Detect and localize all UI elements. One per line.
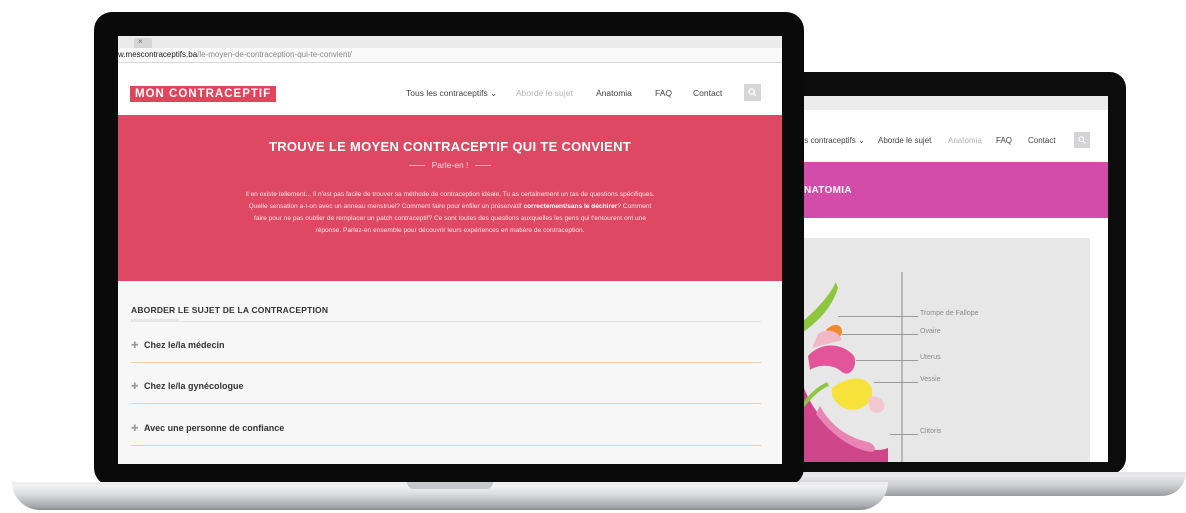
url-host: w.mescontraceptifs.ba bbox=[118, 50, 198, 59]
site-header: MON CONTRACEPTIF Tous les contraceptifs … bbox=[118, 63, 782, 115]
leader-line bbox=[838, 316, 918, 317]
search-icon bbox=[748, 88, 757, 97]
label-trompe-de-fallope: Trompe de Fallope bbox=[920, 310, 979, 317]
site-logo[interactable]: MON CONTRACEPTIF bbox=[130, 86, 277, 102]
anatomy-panel: Trompe de Fallope Ovaire Uterus Vessie C… bbox=[798, 238, 1090, 462]
nav-faq[interactable]: FAQ bbox=[655, 88, 672, 98]
section-underline bbox=[131, 319, 179, 321]
back-site-header: les contraceptifs ⌄ Aborde le sujet Anat… bbox=[798, 110, 1108, 162]
back-laptop-screen: les contraceptifs ⌄ Aborde le sujet Anat… bbox=[798, 96, 1108, 462]
hero-subtitle-text: Parle-en ! bbox=[431, 160, 469, 170]
back-search-button[interactable] bbox=[1074, 132, 1090, 148]
accordion-label: Chez le/la médecin bbox=[144, 340, 225, 350]
divider bbox=[475, 165, 492, 167]
label-uterus: Uterus bbox=[920, 354, 941, 361]
search-button[interactable] bbox=[744, 84, 761, 101]
accordion-divider bbox=[131, 403, 761, 404]
section-rule bbox=[131, 321, 761, 322]
leader-line bbox=[890, 434, 918, 435]
accordion-label: Chez le/la gynécologue bbox=[144, 381, 244, 391]
hero-title: TROUVE LE MOYEN CONTRACEPTIF QUI TE CONV… bbox=[268, 139, 632, 154]
nav-anatomia[interactable]: Anatomia bbox=[596, 88, 632, 98]
main-content: ABORDER LE SUJET DE LA CONTRACEPTION ✚ C… bbox=[118, 281, 782, 464]
accordion-label: Avec une personne de confiance bbox=[144, 423, 285, 433]
accordion-item-medecin[interactable]: ✚ Chez le/la médecin bbox=[131, 337, 761, 357]
back-nav-anatomia[interactable]: Anatomia bbox=[948, 136, 982, 145]
back-hero-banner: NATOMIA bbox=[798, 162, 1108, 218]
nav-aborde-le-sujet[interactable]: Aborde le sujet bbox=[516, 88, 573, 98]
back-browser-bar bbox=[798, 96, 1108, 111]
back-nav-faq[interactable]: FAQ bbox=[996, 136, 1012, 145]
back-hero-title: NATOMIA bbox=[804, 185, 852, 196]
back-nav-contact[interactable]: Contact bbox=[1028, 136, 1056, 145]
browser-tab[interactable]: × bbox=[134, 37, 152, 48]
nav-contact[interactable]: Contact bbox=[693, 88, 722, 98]
accordion-item-gynecologue[interactable]: ✚ Chez le/la gynécologue bbox=[131, 378, 761, 398]
browser-tabstrip: × bbox=[118, 36, 782, 48]
leader-line bbox=[874, 382, 918, 383]
laptop-notch bbox=[407, 482, 493, 489]
address-bar[interactable]: w.mescontraceptifs.ba/le-moyen-de-contra… bbox=[118, 48, 782, 63]
plus-icon: ✚ bbox=[131, 381, 139, 391]
back-nav-all-contraceptives[interactable]: les contraceptifs ⌄ bbox=[798, 136, 865, 145]
accordion-divider bbox=[131, 445, 761, 446]
plus-icon: ✚ bbox=[131, 423, 139, 433]
front-laptop-base bbox=[12, 482, 888, 510]
label-vessie: Vessie bbox=[920, 376, 941, 383]
front-laptop-screen: × w.mescontraceptifs.ba/le-moyen-de-cont… bbox=[118, 36, 782, 464]
hero-banner: TROUVE LE MOYEN CONTRACEPTIF QUI TE CONV… bbox=[118, 115, 782, 281]
accordion-item-personne-de-confiance[interactable]: ✚ Avec une personne de confiance bbox=[131, 420, 761, 440]
section-title: ABORDER LE SUJET DE LA CONTRACEPTION bbox=[131, 305, 329, 315]
back-nav-aborde-sujet[interactable]: Aborde le sujet bbox=[878, 136, 931, 145]
close-icon[interactable]: × bbox=[138, 37, 143, 46]
leader-line bbox=[856, 360, 918, 361]
anatomy-illustration bbox=[798, 272, 903, 462]
nav-all-contraceptives[interactable]: Tous les contraceptifs ⌄ bbox=[406, 88, 497, 99]
hero-intro-bold: correctement/sans le déchirer bbox=[523, 203, 618, 210]
label-ovaire: Ovaire bbox=[920, 328, 941, 335]
plus-icon: ✚ bbox=[131, 340, 139, 350]
search-icon bbox=[1078, 136, 1086, 144]
url-path: /le-moyen-de-contraception-qui-te-convie… bbox=[197, 50, 352, 59]
label-clitoris: Clitoris bbox=[920, 428, 942, 435]
leader-line bbox=[842, 334, 918, 335]
hero-subtitle: Parle-en ! bbox=[118, 160, 782, 170]
accordion-divider bbox=[131, 362, 761, 363]
hero-intro-text: Il en existe tellement... Il n'est pas f… bbox=[244, 189, 656, 237]
divider bbox=[408, 165, 425, 167]
